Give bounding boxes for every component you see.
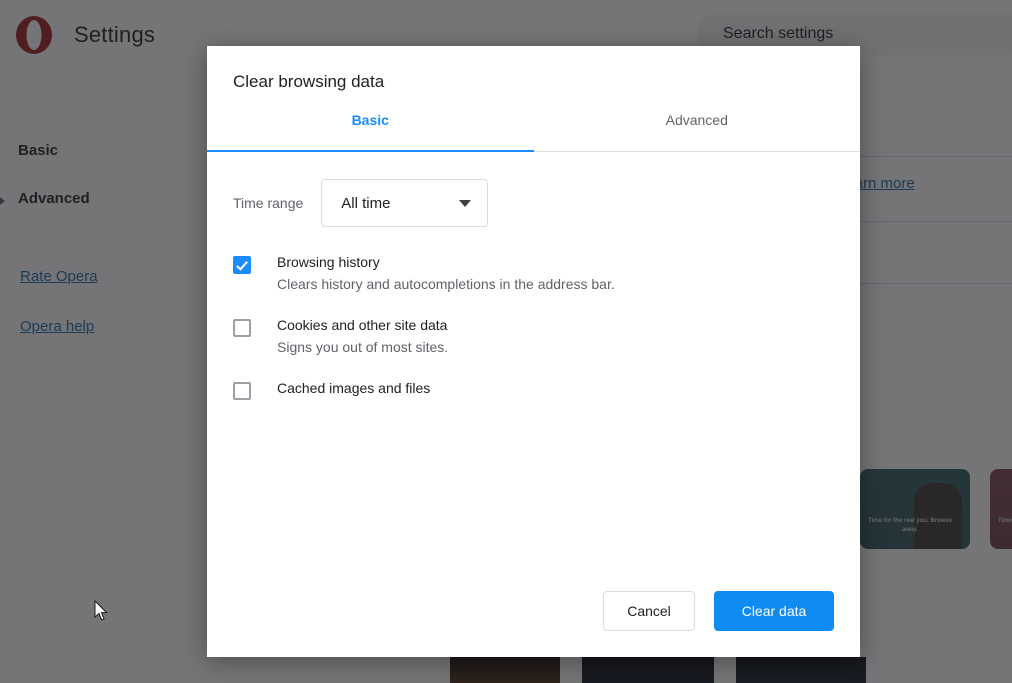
option-text: Cookies and other site data Signs you ou…: [277, 315, 448, 357]
clear-data-button[interactable]: Clear data: [714, 591, 834, 631]
cancel-button[interactable]: Cancel: [603, 591, 695, 631]
checkbox-browsing-history[interactable]: [233, 256, 251, 274]
option-label: Cookies and other site data: [277, 317, 447, 333]
clear-options-list: Browsing history Clears history and auto…: [233, 252, 834, 400]
clear-browsing-data-dialog: Clear browsing data Basic Advanced Time …: [207, 46, 860, 657]
chevron-down-icon: [459, 200, 471, 207]
time-range-row: Time range All time: [233, 179, 834, 227]
checkbox-cookies-and-site-data[interactable]: [233, 319, 251, 337]
option-label: Browsing history: [277, 254, 380, 270]
option-cached-images-and-files[interactable]: Cached images and files: [233, 378, 834, 400]
tab-basic-label: Basic: [352, 113, 389, 127]
screen-root: Settings Search settings Basic Advanced …: [0, 0, 1012, 683]
option-text: Browsing history Clears history and auto…: [277, 252, 615, 294]
option-description: Signs you out of most sites.: [277, 337, 448, 357]
tab-basic[interactable]: Basic: [207, 113, 534, 151]
dialog-tabs: Basic Advanced: [207, 113, 860, 152]
tab-advanced-label: Advanced: [666, 113, 728, 127]
dialog-title: Clear browsing data: [233, 72, 860, 92]
time-range-label: Time range: [233, 195, 303, 211]
option-label: Cached images and files: [277, 380, 430, 396]
time-range-value: All time: [341, 195, 390, 212]
option-text: Cached images and files: [277, 378, 430, 398]
option-cookies-and-site-data[interactable]: Cookies and other site data Signs you ou…: [233, 315, 834, 357]
time-range-select[interactable]: All time: [321, 179, 488, 227]
checkbox-cached-images-and-files[interactable]: [233, 382, 251, 400]
dialog-body: Time range All time Browsing history Cle…: [207, 152, 860, 565]
dialog-footer: Cancel Clear data: [207, 565, 860, 657]
option-description: Clears history and autocompletions in th…: [277, 274, 615, 294]
option-browsing-history[interactable]: Browsing history Clears history and auto…: [233, 252, 834, 294]
tab-advanced[interactable]: Advanced: [534, 113, 861, 151]
